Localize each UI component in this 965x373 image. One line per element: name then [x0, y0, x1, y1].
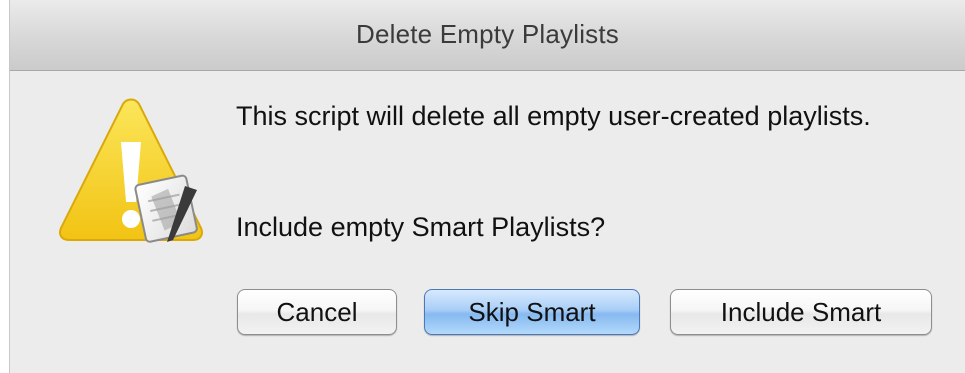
alert-dialog: Delete Empty Playlists This script will … — [0, 0, 965, 373]
title-bar[interactable]: Delete Empty Playlists — [10, 0, 965, 71]
alert-question: Include empty Smart Playlists? — [236, 212, 606, 242]
include-smart-button[interactable]: Include Smart — [670, 289, 932, 335]
alert-message: This script will delete all empty user-c… — [236, 101, 871, 131]
warning-icon — [55, 98, 205, 248]
skip-smart-button[interactable]: Skip Smart — [424, 289, 640, 335]
dialog-title: Delete Empty Playlists — [355, 19, 620, 49]
cancel-button[interactable]: Cancel — [237, 289, 397, 335]
window-edge — [0, 0, 10, 373]
